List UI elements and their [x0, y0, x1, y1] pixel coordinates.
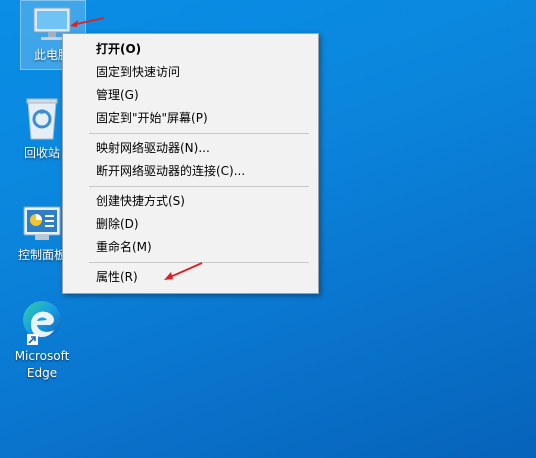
menu-item-map-network-drive[interactable]: 映射网络驱动器(N)...: [63, 137, 318, 160]
menu-separator: [89, 262, 309, 263]
edge-icon: [23, 301, 61, 345]
control-panel-icon: [23, 206, 61, 240]
desktop-icon-edge[interactable]: Microsoft Edge: [4, 298, 80, 382]
menu-separator: [89, 186, 309, 187]
context-menu: 打开(O) 固定到快速访问 管理(G) 固定到"开始"屏幕(P) 映射网络驱动器…: [62, 33, 319, 294]
menu-item-pin-quick-access[interactable]: 固定到快速访问: [63, 61, 318, 84]
desktop-icon-label: Edge: [26, 366, 58, 380]
menu-item-create-shortcut[interactable]: 创建快捷方式(S): [63, 190, 318, 213]
menu-item-delete[interactable]: 删除(D): [63, 213, 318, 236]
menu-item-pin-start[interactable]: 固定到"开始"屏幕(P): [63, 107, 318, 130]
recycle-bin-icon: [26, 98, 58, 140]
desktop-icon-label: Microsoft: [14, 349, 70, 363]
menu-item-disconnect-network-drive[interactable]: 断开网络驱动器的连接(C)...: [63, 160, 318, 183]
menu-separator: [89, 133, 309, 134]
menu-item-properties[interactable]: 属性(R): [63, 266, 318, 289]
menu-item-manage[interactable]: 管理(G): [63, 84, 318, 107]
menu-item-open[interactable]: 打开(O): [63, 38, 318, 61]
menu-item-rename[interactable]: 重命名(M): [63, 236, 318, 259]
